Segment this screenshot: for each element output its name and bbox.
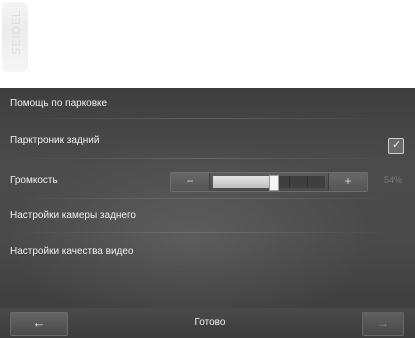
divider [8,118,398,119]
parking-settings-screen: Помощь по парковке Парктроник задний ✓ Г… [0,88,415,338]
next-button[interactable]: → [362,312,404,336]
volume-handle[interactable] [269,175,279,191]
track-divider [307,176,308,188]
watermark-text: SEIDEL [10,10,23,55]
watermark-badge: SEIDEL [2,2,28,72]
menu-item-rear-parktronic[interactable]: Парктроник задний [10,135,99,146]
rear-parktronic-checkbox[interactable]: ✓ [388,138,404,154]
menu-item-rear-camera-settings[interactable]: Настройки камеры заднего [10,210,136,221]
volume-slider[interactable]: − + [170,172,368,192]
top-blank-area: SEIDEL [0,0,415,90]
checkmark-icon: ✓ [392,139,402,151]
volume-value: 54% [384,175,403,185]
arrow-right-icon: → [377,316,389,330]
menu-item-video-quality-settings[interactable]: Настройки качества видео [10,246,134,257]
done-button[interactable]: Готово [170,312,250,334]
divider [8,198,398,199]
volume-decrease-button[interactable]: − [171,173,210,191]
volume-track[interactable] [213,175,325,191]
menu-item-volume: Громкость [10,175,58,186]
track-divider [289,176,290,188]
arrow-left-icon: ← [32,315,46,330]
volume-increase-button[interactable]: + [328,173,367,191]
divider [8,232,398,233]
volume-fill [213,176,273,188]
back-button[interactable]: ← [10,312,68,336]
divider [8,158,398,159]
menu-item-parking-help[interactable]: Помощь по парковке [10,98,107,109]
